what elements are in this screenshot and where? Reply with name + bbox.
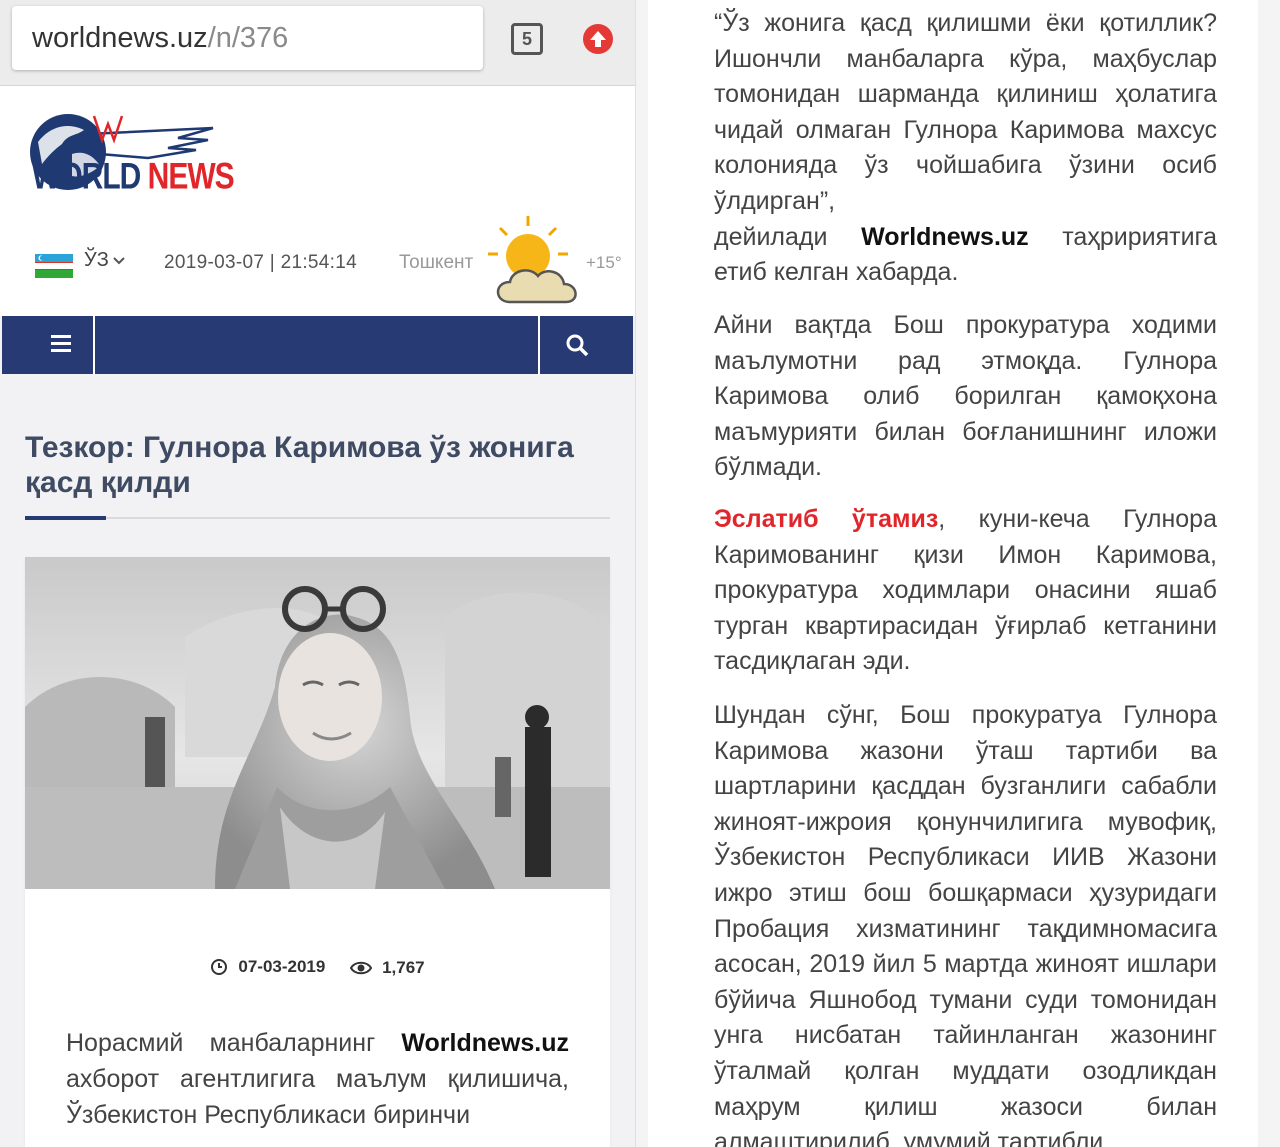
article-lead: Норасмий манбаларнинг Worldnews.uz ахбор… (66, 1025, 569, 1133)
language-label: ЎЗ (84, 249, 109, 271)
uzbekistan-flag-icon[interactable] (35, 254, 73, 278)
upload-arrow-icon[interactable] (583, 24, 613, 54)
paragraph-1-brand[interactable]: Worldnews.uz (861, 223, 1029, 251)
lead-text-2: ахборот агентлигига маълум қилишича, Ўзб… (66, 1065, 569, 1129)
lead-text-1: Норасмий манбаларнинг (66, 1029, 376, 1057)
eye-icon (350, 961, 373, 975)
main-nav-bar (2, 316, 633, 374)
search-icon[interactable] (538, 316, 633, 374)
article-date-text: 07-03-2019 (238, 957, 326, 976)
partly-cloudy-icon (480, 214, 590, 314)
paragraph-3-highlight: Эслатиб ўтамиз (714, 505, 939, 533)
paragraph-1-pre: дейилади (714, 222, 828, 251)
left-screenshot: worldnews.uz/n/376 5 WORLD NEWS ЎЗ 2019-… (0, 0, 636, 1147)
address-bar[interactable]: worldnews.uz/n/376 (12, 6, 483, 70)
article-title: Тезкор: Гулнора Каримова ўз жонига қасд … (25, 431, 574, 499)
article-views: 1,767 (350, 958, 425, 978)
tabs-counter-icon[interactable]: 5 (511, 23, 543, 55)
browser-toolbar: worldnews.uz/n/376 5 (0, 0, 635, 86)
article-paragraph-4: Шундан сўнг, Бош прокуратуа Гулнора Кари… (714, 701, 1217, 1147)
title-accent (25, 516, 106, 520)
hamburger-menu-icon[interactable] (2, 316, 95, 374)
language-selector[interactable]: ЎЗ (84, 249, 126, 272)
site-header: WORLD NEWS ЎЗ 2019-03-07 | 21:54:14 Тошк… (0, 86, 635, 316)
right-gutter (1258, 0, 1280, 1147)
logo-word-world: WORLD (32, 156, 141, 198)
chevron-down-icon (113, 257, 125, 265)
clock-icon (211, 959, 228, 975)
article-photo[interactable] (25, 557, 610, 889)
panel-gap (636, 0, 648, 1147)
article-meta: 07-03-2019 1,767 (25, 957, 610, 981)
logo-wordmark: WORLD NEWS (32, 156, 235, 199)
url-domain: worldnews.uz (32, 22, 208, 54)
weather-temperature: +15° (586, 253, 622, 272)
logo-word-news: NEWS (147, 156, 235, 198)
lead-brand-link[interactable]: Worldnews.uz (401, 1029, 569, 1057)
article-paragraph-2: Айни вақтда Бош прокуратура ходими маълу… (714, 311, 1217, 482)
article-card: 07-03-2019 1,767 Норасмий манбаларнинг W… (25, 557, 610, 1147)
weather-city: Тошкент (399, 252, 474, 273)
article-paragraph-1: “Ўз жонига қасд қилишми ёки қотиллик? Иш… (714, 6, 1217, 291)
article-date: 07-03-2019 (210, 957, 325, 977)
article-paragraph-3: Эслатиб ўтамиз, куни-кеча Гулнора Каримо… (714, 502, 1217, 680)
url-path: /n/376 (207, 22, 289, 54)
header-datetime: 2019-03-07 | 21:54:14 (164, 252, 357, 273)
article-views-text: 1,767 (382, 958, 425, 977)
paragraph-1-quote: “Ўз жонига қасд қилишми ёки қотиллик? Иш… (714, 9, 1217, 215)
title-divider (25, 517, 610, 519)
right-screenshot: “Ўз жонига қасд қилишми ёки қотиллик? Иш… (648, 0, 1258, 1147)
